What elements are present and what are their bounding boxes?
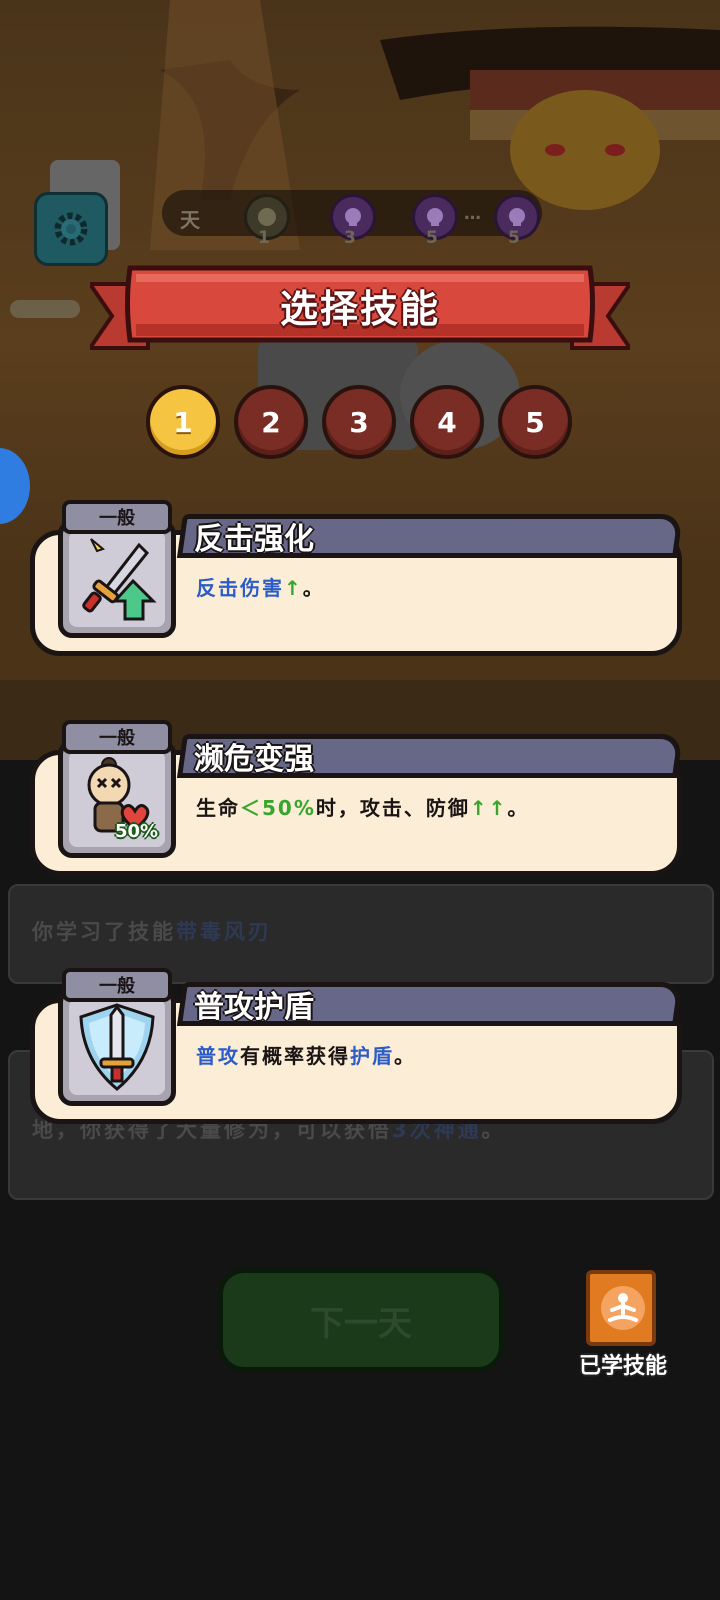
desc-text: 。 <box>507 796 530 820</box>
fist-icon <box>258 208 276 226</box>
meditation-icon <box>601 1286 645 1330</box>
skill-description: 生命＜50%时，攻击、防御↑↑。 <box>196 792 529 821</box>
skill-name: 反击强化 <box>194 522 314 557</box>
day-number: 3 <box>344 228 356 248</box>
day-label: 天 <box>180 208 200 232</box>
sword-shield-icon <box>79 1003 155 1091</box>
page-tab-1[interactable]: 1 <box>146 385 220 459</box>
page-title: 选择技能 <box>279 287 440 331</box>
skill-card-1[interactable]: 反击强化 反击伤害↑。 一般 <box>30 500 686 660</box>
next-day-button[interactable]: 下一天 <box>218 1268 504 1372</box>
sword-upgrade-icon <box>82 538 157 621</box>
desc-highlight: 护盾 <box>350 1044 394 1068</box>
desc-text: 有概率获得 <box>240 1044 350 1068</box>
log-skill-name: 带毒风刃 <box>176 920 272 944</box>
skill-icon-frame <box>58 520 176 638</box>
day-number: 1 <box>258 228 270 248</box>
desc-up-arrows: ↑↑ <box>469 796 508 820</box>
page-tab-5[interactable]: 5 <box>498 385 572 459</box>
rarity-badge: 一般 <box>62 500 172 534</box>
skill-description: 反击伤害↑。 <box>196 572 325 601</box>
page-tab-4[interactable]: 4 <box>410 385 484 459</box>
desc-text: 生命 <box>196 796 240 820</box>
skill-card-3[interactable]: 普攻护盾 普攻有概率获得护盾。 一般 <box>30 968 686 1128</box>
gear-icon <box>54 212 88 246</box>
day-number: 5 <box>426 228 438 248</box>
page-tab-2[interactable]: 2 <box>234 385 308 459</box>
icon-badge: 50% <box>115 821 159 842</box>
desc-text: 。 <box>302 576 325 600</box>
skill-name: 濒危变强 <box>194 742 314 777</box>
desc-highlight: ＜50% <box>240 796 316 820</box>
settings-button[interactable] <box>34 192 108 266</box>
skill-icon-frame: 50% <box>58 740 176 858</box>
skill-icon-frame <box>58 988 176 1106</box>
skill-card-2[interactable]: 濒危变强 生命＜50%时，攻击、防御↑↑。 50% 一般 <box>30 720 686 880</box>
book-icon <box>586 1270 656 1346</box>
rarity-badge: 一般 <box>62 720 172 754</box>
rarity-badge: 一般 <box>62 968 172 1002</box>
day-number: 5 <box>508 228 520 248</box>
skull-icon <box>345 208 361 226</box>
skull-icon <box>509 208 525 226</box>
desc-up-arrow: ↑ <box>284 576 303 600</box>
desc-highlight: 普攻 <box>196 1044 240 1068</box>
skull-icon <box>427 208 443 226</box>
learned-skills-button[interactable]: 已学技能 <box>568 1270 678 1380</box>
desc-text: 。 <box>394 1044 416 1068</box>
ellipsis: … <box>464 204 481 224</box>
learned-skills-label: 已学技能 <box>578 1354 667 1379</box>
skill-name: 普攻护盾 <box>194 990 314 1025</box>
desc-text: 时，攻击、防御 <box>315 796 470 820</box>
log-line-prefix: 你学习了技能 <box>32 920 176 944</box>
desc-highlight: 反击伤害 <box>196 576 284 600</box>
skill-description: 普攻有概率获得护盾。 <box>196 1040 416 1069</box>
page-tab-3[interactable]: 3 <box>322 385 396 459</box>
